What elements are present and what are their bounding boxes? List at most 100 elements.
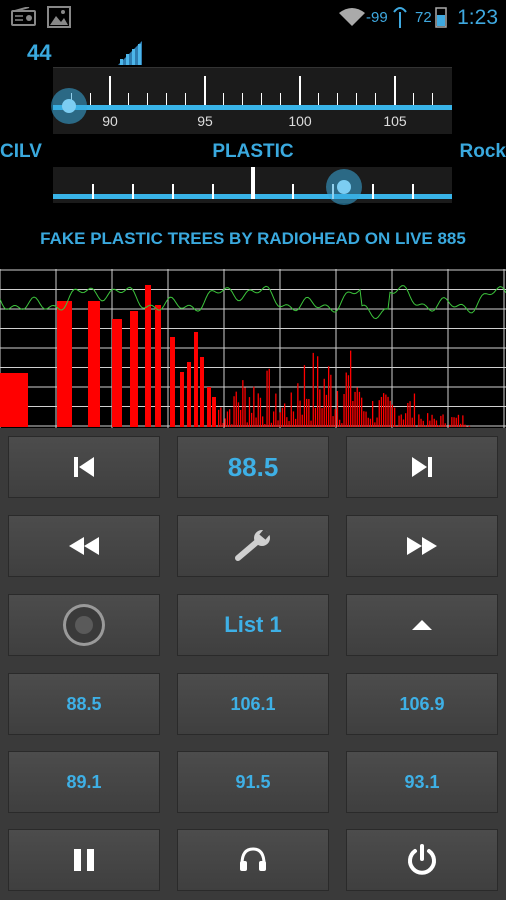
spectrum-waveform [0,285,506,320]
spectrum-bar [273,411,275,427]
spectrum-bar [57,301,72,427]
frequency-dial[interactable]: 90 95 100 105 [50,67,452,134]
spectrum-bar [290,392,292,427]
preset-button-5[interactable]: 91.5 [177,751,329,813]
frequency-tick [204,76,206,105]
current-frequency-button[interactable]: 88.5 [177,436,329,498]
record-icon [63,604,105,646]
spectrum-bar [396,426,398,427]
spectrum-bar [374,422,376,427]
spectrum-bar [235,391,237,427]
battery-value: 72 [415,9,432,26]
spectrum-bar [292,411,295,427]
seek-previous-button[interactable] [8,436,160,498]
frequency-knob[interactable] [50,88,87,124]
spectrum-bar [251,412,253,427]
frequency-tick [147,93,148,105]
seek-next-button[interactable] [346,436,498,498]
spectrum-bar [409,401,411,427]
spectrum-bar [363,411,365,427]
genre-current-label: PLASTIC [212,141,294,162]
spectrum-bar [365,411,367,427]
spectrum-bar [207,387,211,427]
spectrum-bar [433,418,435,427]
radio-notification-icon [11,7,36,26]
frequency-tick [90,93,91,105]
spectrum-bar [244,387,246,427]
genre-tick [212,184,214,199]
spectrum-bar [435,420,438,427]
genre-knob[interactable] [326,169,363,205]
spectrum-bar [180,372,184,427]
expand-up-button[interactable] [346,594,498,656]
spectrum-bar [312,352,314,427]
chevron-up-icon [412,620,432,630]
spectrum-bar [288,421,290,427]
frequency-tick [166,93,167,105]
spectrum-bar [462,415,464,427]
spectrum-bar [224,418,226,427]
antenna-icon [393,7,407,28]
spectrum-bar [317,356,319,427]
preset-button-6[interactable]: 93.1 [346,751,498,813]
spectrum-bar [88,301,100,427]
spectrum-bar [444,423,446,427]
spectrum-bar [325,394,328,427]
frequency-tick [356,93,357,105]
spectrum-bar [248,397,251,427]
settings-button[interactable] [177,515,329,577]
headset-button[interactable] [177,829,329,891]
spectrum-bar [332,416,334,427]
preset-button-4[interactable]: 89.1 [8,751,160,813]
spectrum-bar [310,420,312,427]
frequency-tick-label: 90 [102,113,118,129]
frequency-tick-label: 95 [197,113,213,129]
spectrum-bar [398,415,400,427]
frequency-tick [318,93,319,105]
spectrum-bar [218,409,220,427]
spectrum-bar [270,422,273,427]
spectrum-bar [464,424,466,427]
preset-list-button[interactable]: List 1 [177,594,329,656]
frequency-tick [185,93,186,105]
frequency-tick [128,93,129,105]
spectrum-bar [240,409,242,427]
power-button[interactable] [346,829,498,891]
frequency-tick [375,93,376,105]
spectrum-bar [246,422,248,427]
spectrum-bar [451,417,453,427]
spectrum-bar [394,407,396,427]
rewind-button[interactable] [8,515,160,577]
preset-button-2[interactable]: 106.1 [177,673,329,735]
spectrum-bar [330,374,332,427]
spectrum-bar [187,362,191,427]
spectrum-bar [407,402,409,427]
spectrum-bar [420,418,422,427]
frequency-tick [299,76,301,105]
spectrum-bar [336,390,339,427]
fast-forward-button[interactable] [346,515,498,577]
spectrum-bar [413,393,416,427]
spectrum-bar [457,414,460,427]
power-icon [408,844,436,875]
spectrum-bar [449,424,451,427]
preset-button-1[interactable]: 88.5 [8,673,160,735]
record-button[interactable] [8,594,160,656]
spectrum-bar [226,411,229,427]
spectrum-bar [319,389,321,427]
genre-slider[interactable] [53,167,452,205]
spectrum-bar [438,425,440,427]
status-time: 1:23 [457,6,498,29]
spectrum-bar [391,404,394,427]
preset-button-3[interactable]: 106.9 [346,673,498,735]
spectrum-bar [354,391,356,427]
spectrum-bar [295,418,297,427]
genre-tick [251,167,255,199]
spectrum-bar [170,337,175,427]
spectrum-bar [424,425,427,427]
frequency-tick-label: 105 [383,113,407,129]
spectrum-bar [328,366,330,427]
pause-button[interactable] [8,829,160,891]
spectrum-bar [299,400,301,427]
spectrum-bar [222,422,224,427]
